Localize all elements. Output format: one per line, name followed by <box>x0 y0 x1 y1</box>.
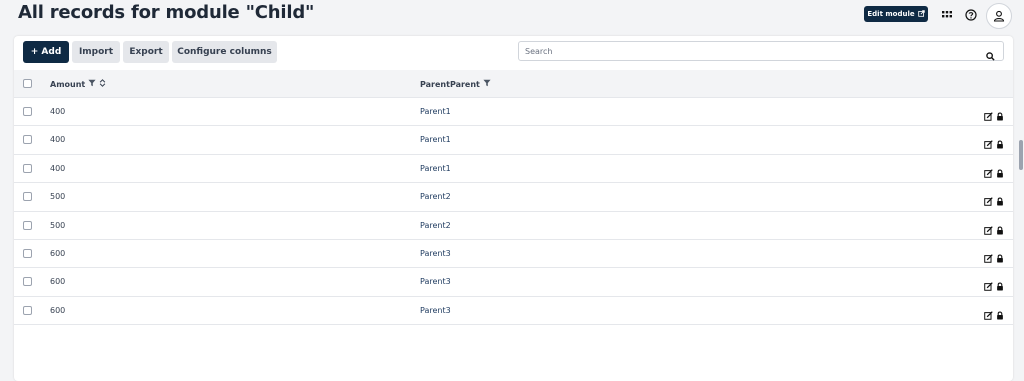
row-checkbox[interactable] <box>23 192 32 202</box>
table-row[interactable]: 600 Parent3 <box>14 268 1013 297</box>
column-label: ParentParent <box>420 79 480 89</box>
row-checkbox[interactable] <box>23 107 32 116</box>
toolbar: + Add Import Export Configure columns <box>14 36 1013 70</box>
add-button[interactable]: + Add <box>23 41 69 63</box>
row-actions <box>984 305 1004 324</box>
import-button[interactable]: Import <box>72 41 120 63</box>
select-all-checkbox[interactable] <box>23 79 32 88</box>
amount-cell: 500 <box>50 192 66 202</box>
parent-cell[interactable]: Parent1 <box>420 107 451 116</box>
search-input[interactable] <box>525 44 965 58</box>
lock-icon[interactable] <box>996 248 1004 267</box>
amount-cell: 400 <box>50 163 66 173</box>
help-icon[interactable] <box>962 6 980 24</box>
parent-cell[interactable]: Parent3 <box>420 277 451 286</box>
parent-cell[interactable]: Parent3 <box>420 306 451 315</box>
row-actions <box>984 276 1004 295</box>
table-row[interactable]: 500 Parent2 <box>14 211 1013 240</box>
edit-icon[interactable] <box>984 276 993 295</box>
search-icon[interactable] <box>986 46 995 65</box>
edit-icon[interactable] <box>984 248 993 267</box>
table-row[interactable]: 400 Parent1 <box>14 154 1013 184</box>
table-row[interactable]: 400 Parent1 <box>14 98 1013 127</box>
lock-icon[interactable] <box>996 276 1004 295</box>
row-actions <box>984 106 1004 125</box>
amount-cell: 400 <box>50 107 66 116</box>
row-checkbox[interactable] <box>23 305 32 315</box>
row-checkbox[interactable] <box>23 135 32 145</box>
table-row[interactable]: 500 Parent2 <box>14 183 1013 212</box>
edit-icon[interactable] <box>984 106 993 125</box>
column-header-amount[interactable]: Amount <box>50 79 106 89</box>
row-checkbox[interactable] <box>23 220 32 230</box>
parent-cell[interactable]: Parent3 <box>420 249 451 258</box>
filter-icon[interactable] <box>483 79 491 89</box>
user-menu-button[interactable] <box>986 3 1012 29</box>
parent-cell[interactable]: Parent2 <box>420 192 451 201</box>
edit-module-label: Edit module <box>867 10 915 18</box>
lock-icon[interactable] <box>996 191 1004 210</box>
table-row[interactable]: 600 Parent3 <box>14 296 1013 326</box>
amount-cell: 400 <box>50 135 66 145</box>
row-actions <box>984 220 1004 239</box>
lock-icon[interactable] <box>996 134 1004 153</box>
scrollbar-thumb[interactable] <box>1019 140 1023 170</box>
filter-icon[interactable] <box>88 79 96 89</box>
configure-columns-button[interactable]: Configure columns <box>172 41 277 63</box>
table-header: Amount ParentParent <box>14 70 1013 98</box>
external-edit-icon <box>917 9 925 19</box>
row-checkbox[interactable] <box>23 163 32 173</box>
page-header: All records for module "Child" Edit modu… <box>0 0 1024 36</box>
amount-cell: 600 <box>50 277 66 287</box>
edit-icon[interactable] <box>984 191 993 210</box>
page-title: All records for module "Child" <box>18 2 315 23</box>
edit-icon[interactable] <box>984 305 993 324</box>
table-row[interactable]: 600 Parent3 <box>14 239 1013 269</box>
records-table: Amount ParentParent 400 Parent1 400 Pare… <box>14 70 1013 326</box>
parent-cell[interactable]: Parent1 <box>420 164 451 173</box>
apps-grid-icon[interactable] <box>938 6 956 24</box>
column-label: Amount <box>50 79 86 89</box>
row-checkbox[interactable] <box>23 277 32 287</box>
parent-cell[interactable]: Parent1 <box>420 135 451 144</box>
lock-icon[interactable] <box>996 305 1004 324</box>
row-checkbox[interactable] <box>23 248 32 258</box>
sort-icon[interactable] <box>99 79 106 89</box>
row-actions <box>984 163 1004 182</box>
table-row[interactable]: 400 Parent1 <box>14 126 1013 155</box>
lock-icon[interactable] <box>996 163 1004 182</box>
user-icon <box>993 7 1005 26</box>
edit-icon[interactable] <box>984 134 993 153</box>
lock-icon[interactable] <box>996 220 1004 239</box>
export-button[interactable]: Export <box>123 41 169 63</box>
edit-module-button[interactable]: Edit module <box>864 6 928 22</box>
row-actions <box>984 248 1004 267</box>
records-card: + Add Import Export Configure columns Am… <box>14 36 1013 381</box>
row-actions <box>984 191 1004 210</box>
table-body: 400 Parent1 400 Parent1 400 Parent1 500 … <box>14 98 1013 326</box>
amount-cell: 500 <box>50 220 66 230</box>
amount-cell: 600 <box>50 305 66 315</box>
amount-cell: 600 <box>50 248 66 258</box>
edit-icon[interactable] <box>984 163 993 182</box>
column-header-parentparent[interactable]: ParentParent <box>420 79 491 89</box>
lock-icon[interactable] <box>996 106 1004 125</box>
parent-cell[interactable]: Parent2 <box>420 221 451 230</box>
row-actions <box>984 134 1004 153</box>
edit-icon[interactable] <box>984 220 993 239</box>
search-box <box>518 41 1004 61</box>
